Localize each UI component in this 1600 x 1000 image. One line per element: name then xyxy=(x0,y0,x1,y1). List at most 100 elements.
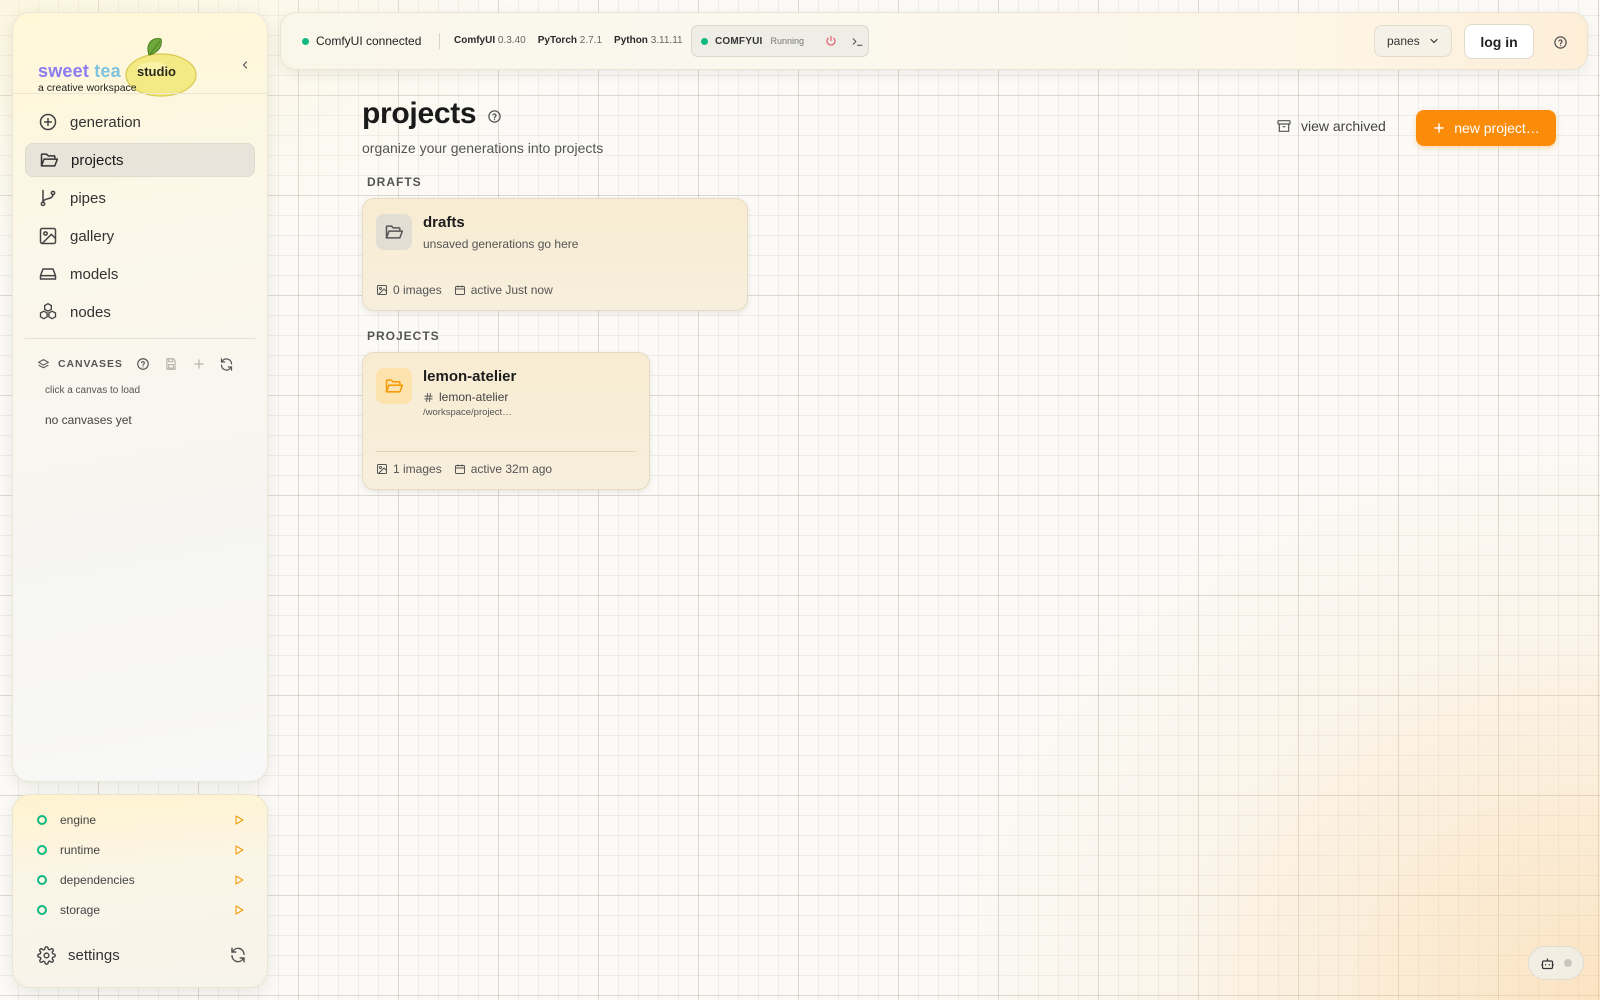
sidebar-item-gallery[interactable]: gallery xyxy=(25,219,255,253)
comfyui-process-state: Running xyxy=(770,36,805,46)
refresh-canvases-button[interactable] xyxy=(219,354,235,374)
sidebar-item-pipes[interactable]: pipes xyxy=(25,181,255,215)
status-ok-icon xyxy=(37,905,47,915)
canvases-empty-state: no canvases yet xyxy=(45,413,132,427)
boxes-icon xyxy=(38,302,58,322)
expand-status-button[interactable] xyxy=(231,872,247,888)
page-subtitle: organize your generations into projects xyxy=(362,140,604,156)
brand-wordmark: sweet tea xyxy=(38,61,121,81)
gear-icon[interactable] xyxy=(37,945,56,965)
new-project-button[interactable]: new project… xyxy=(1416,110,1556,146)
chevron-down-icon xyxy=(1430,38,1438,44)
expand-status-button[interactable] xyxy=(231,812,247,828)
sidebar-item-generation[interactable]: generation xyxy=(25,105,255,139)
login-button[interactable]: log in xyxy=(1464,24,1534,59)
status-label: engine xyxy=(60,813,97,827)
assistant-bot-button[interactable] xyxy=(1528,946,1584,980)
hard-drive-icon xyxy=(38,264,58,284)
view-archived-button[interactable]: view archived xyxy=(1276,118,1386,134)
stop-comfyui-button[interactable] xyxy=(822,32,840,50)
sidebar-item-projects[interactable]: projects xyxy=(25,143,255,177)
open-terminal-button[interactable] xyxy=(848,32,866,50)
save-icon xyxy=(166,358,176,370)
project-card[interactable]: lemon-atelier lemon-atelier /workspace/p… xyxy=(362,352,650,490)
image-count: 1 images xyxy=(376,462,442,476)
sidebar-item-label: nodes xyxy=(70,303,111,321)
background-glow-bottom xyxy=(900,400,1600,1000)
status-label: dependencies xyxy=(60,873,135,887)
view-archived-label: view archived xyxy=(1301,118,1386,134)
help-circle-icon xyxy=(136,358,149,370)
sidebar-divider xyxy=(13,93,267,94)
system-status-panel: engine runtime dependencies storage sett… xyxy=(12,794,268,988)
expand-status-button[interactable] xyxy=(231,902,247,918)
status-label: storage xyxy=(60,903,101,917)
projects-help-button[interactable] xyxy=(486,108,502,124)
panes-label: panes xyxy=(1387,34,1420,48)
connection-label: ComfyUI connected xyxy=(316,34,422,48)
expand-status-button[interactable] xyxy=(231,842,247,858)
card-divider xyxy=(376,451,636,452)
connected-dot-icon xyxy=(302,37,309,45)
sidebar: sweet tea studio a creative workspace ge… xyxy=(12,12,268,782)
drafts-card[interactable]: drafts unsaved generations go here 0 ima… xyxy=(362,198,748,311)
sidebar-item-label: generation xyxy=(70,113,141,131)
status-item-storage: storage xyxy=(37,895,247,925)
status-list: engine runtime dependencies storage xyxy=(37,805,247,925)
help-circle-icon xyxy=(1553,35,1567,49)
panes-dropdown[interactable]: panes xyxy=(1374,25,1452,57)
plus-icon xyxy=(1434,123,1444,133)
card-subtitle: unsaved generations go here xyxy=(423,237,579,251)
refresh-status-button[interactable] xyxy=(229,946,247,964)
connection-status: ComfyUI connected xyxy=(302,34,421,48)
project-slug: lemon-atelier xyxy=(423,390,508,404)
play-icon xyxy=(235,905,244,915)
help-button[interactable] xyxy=(1551,33,1569,51)
add-canvas-button[interactable] xyxy=(191,354,207,374)
running-dot-icon xyxy=(701,37,708,45)
git-branch-icon xyxy=(38,188,58,208)
folder-open-icon xyxy=(39,150,59,170)
sidebar-divider xyxy=(25,338,255,339)
collapse-sidebar-button[interactable] xyxy=(235,53,255,77)
image-icon xyxy=(38,226,58,246)
topbar-divider xyxy=(439,33,440,49)
canvases-header: CANVASES xyxy=(37,354,247,374)
folder-open-icon xyxy=(376,368,412,404)
drafts-section-label: DRAFTS xyxy=(367,175,422,189)
last-active: active Just now xyxy=(454,283,553,297)
status-item-dependencies: dependencies xyxy=(37,865,247,895)
brand-logo: sweet tea studio a creative workspace xyxy=(25,25,197,97)
hash-icon xyxy=(424,392,433,402)
refresh-icon xyxy=(231,947,245,963)
sidebar-item-nodes[interactable]: nodes xyxy=(25,295,255,329)
status-ok-icon xyxy=(37,845,47,855)
brand-badge-text: studio xyxy=(137,64,176,79)
version-python: Python 3.11.11 xyxy=(614,35,683,46)
chevron-left-icon xyxy=(242,61,248,69)
archive-icon xyxy=(1277,120,1291,132)
settings-row: settings xyxy=(37,941,247,969)
terminal-icon xyxy=(852,37,862,46)
canvases-hint: click a canvas to load xyxy=(45,385,141,396)
power-icon xyxy=(826,35,836,46)
refresh-icon xyxy=(221,357,233,371)
settings-button[interactable]: settings xyxy=(68,947,229,964)
save-canvas-button[interactable] xyxy=(163,354,179,374)
play-icon xyxy=(235,815,244,825)
status-label: runtime xyxy=(60,843,101,857)
projects-section-label: PROJECTS xyxy=(367,329,440,343)
sidebar-item-label: models xyxy=(70,265,119,283)
comfyui-process-chip: COMFYUI Running xyxy=(691,25,869,57)
play-icon xyxy=(235,845,244,855)
folder-open-icon xyxy=(376,214,412,250)
card-title: drafts xyxy=(423,214,465,231)
bot-icon xyxy=(1541,958,1554,969)
status-item-runtime: runtime xyxy=(37,835,247,865)
image-count: 0 images xyxy=(376,283,442,297)
card-meta: 1 images active 32m ago xyxy=(376,462,552,476)
sidebar-item-label: gallery xyxy=(70,227,115,245)
sidebar-item-models[interactable]: models xyxy=(25,257,255,291)
project-path: /workspace/project… xyxy=(423,407,512,418)
canvases-help-button[interactable] xyxy=(135,354,151,374)
